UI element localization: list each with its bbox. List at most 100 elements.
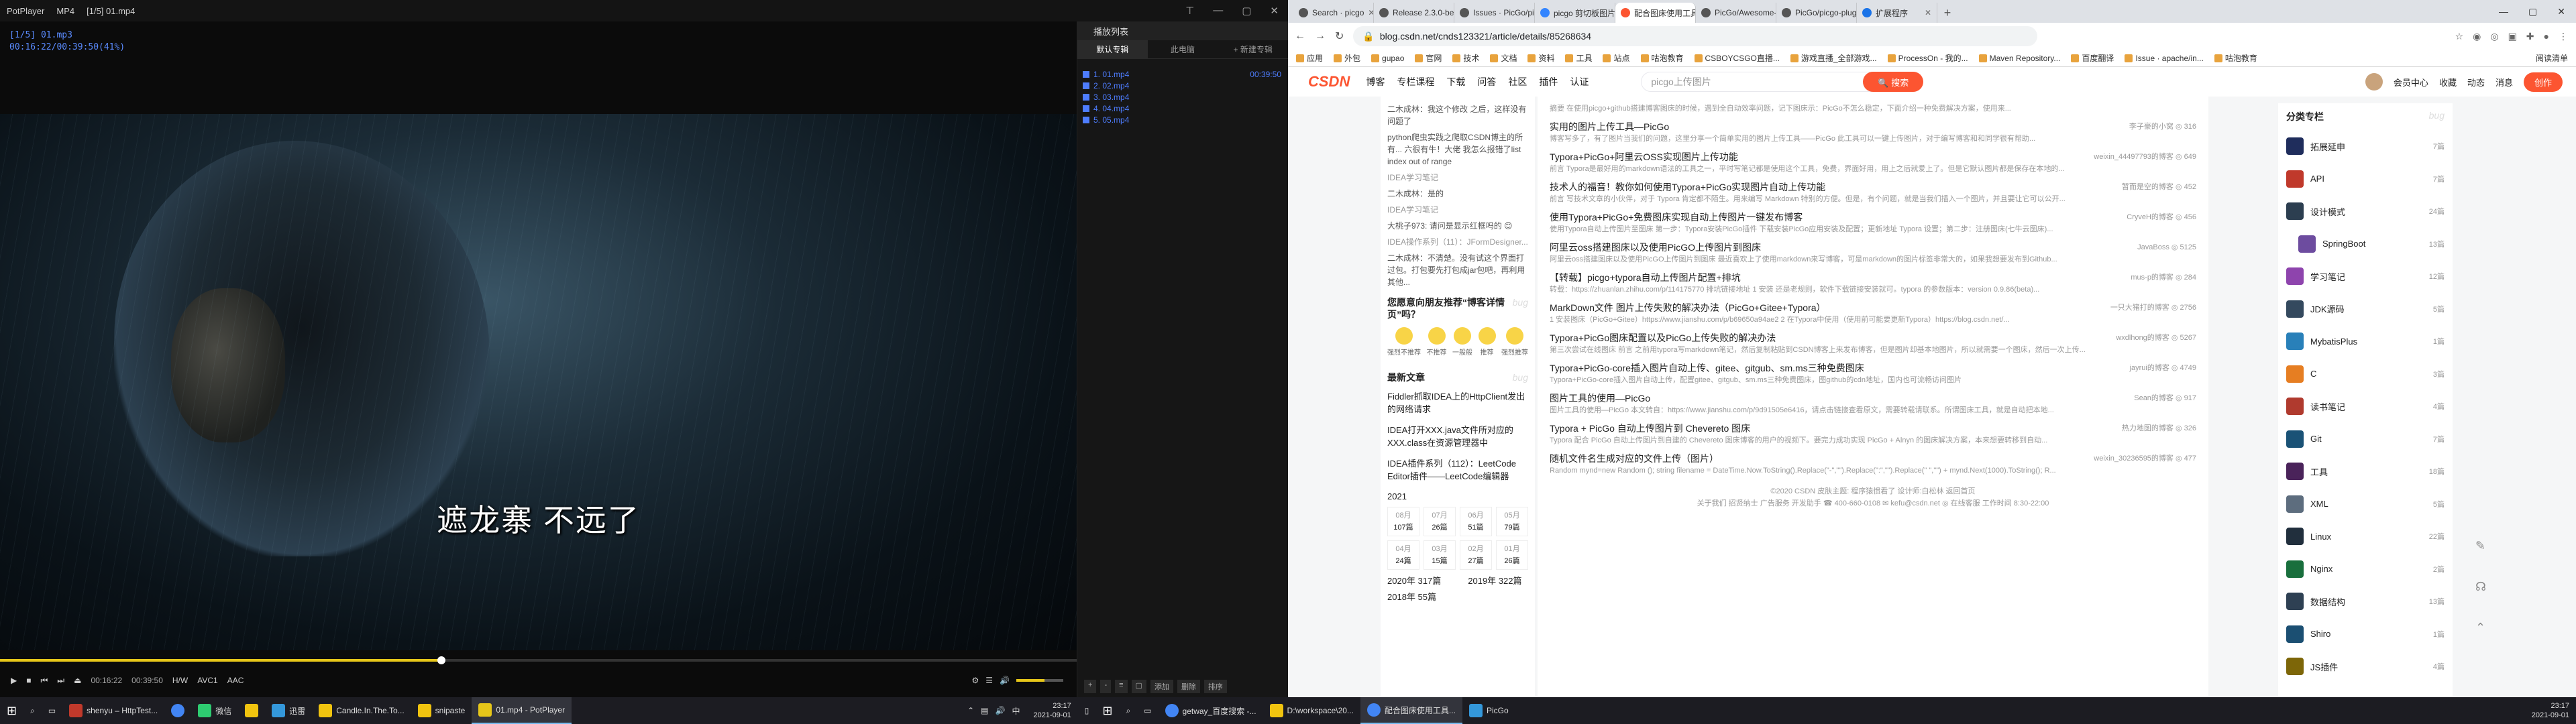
scroll-top-icon[interactable]: ⌃ — [2475, 621, 2491, 635]
article-title[interactable]: 【转载】picgo+typora自动上传图片配置+排坑 — [1550, 271, 1741, 284]
search-button[interactable]: ⌕ — [1119, 697, 1137, 724]
related-article[interactable]: 技术人的福音！教你如何使用Typora+PicGo实现图片自动上传功能 暂而是空的… — [1550, 180, 2196, 204]
bookmark-item[interactable]: 咕泡教育 — [1640, 52, 1684, 64]
taskbar-app[interactable]: shenyu – HttpTest... — [62, 697, 164, 724]
clock-right[interactable]: 23:17 2021-09-01 — [2525, 701, 2576, 720]
extension-icon[interactable]: ◉ — [2473, 31, 2481, 42]
bookmark-item[interactable]: 外包 — [1334, 52, 1360, 64]
vip-center-link[interactable]: 会员中心 — [2394, 76, 2428, 88]
bookmark-item[interactable]: 官网 — [1415, 52, 1442, 64]
maximize-icon[interactable]: ▢ — [2528, 6, 2537, 17]
related-article[interactable]: 图片工具的使用—PicGo Sean的博客 ◎ 917 图片工具的使用—PicGo … — [1550, 391, 2196, 416]
archive-month[interactable]: 07月 26篇 — [1424, 507, 1456, 536]
browser-tab-active[interactable]: 配合图床使用工具: PicGo...✕ — [1615, 3, 1696, 23]
create-button[interactable]: 创作 — [2523, 72, 2563, 92]
avatar[interactable] — [2365, 73, 2383, 90]
comment-item[interactable]: 二木成林：不清楚。没有试这个界面打过包。打包要先打包成jar包吧，再利用其他..… — [1387, 252, 1528, 288]
article-title[interactable]: Typora + PicGo 自动上传图片到 Chevereto 图床 — [1550, 422, 1750, 435]
taskbar-app-active[interactable]: 01.mp4 - PotPlayer — [472, 697, 572, 724]
footer-line[interactable]: ©2020 CSDN 皮肤主题: 程序猿惯看了 设计师:白松林 返回首页 — [1550, 485, 2196, 497]
eject-icon[interactable]: ⏏ — [74, 676, 81, 685]
bookmark-item[interactable]: 百度翻译 — [2071, 52, 2114, 64]
play-icon[interactable]: ▶ — [11, 676, 17, 685]
taskbar-app[interactable]: 微信 — [191, 697, 238, 724]
browser-tab[interactable]: picgo 剪切板图片上传_百度...✕ — [1535, 3, 1615, 23]
tab-close-icon[interactable]: ✕ — [1925, 8, 1931, 17]
maximize-icon[interactable]: ▢ — [1242, 5, 1251, 17]
bookmark-item[interactable]: 资料 — [1527, 52, 1554, 64]
comment-source[interactable]: IDEA操作系列（11）：JFormDesigner... — [1387, 236, 1528, 248]
puzzle-icon[interactable]: ✚ — [2526, 31, 2534, 42]
article-title[interactable]: 图片工具的使用—PicGo — [1550, 391, 1650, 405]
feedback-option[interactable]: 强烈不推荐 — [1387, 327, 1421, 359]
related-article[interactable]: 阿里云oss搭建图床以及使用PicGO上传图片到图床 JavaBoss ◎ 512… — [1550, 241, 2196, 265]
playlist-item[interactable]: 5. 05.mp4 — [1077, 114, 1288, 125]
messages-link[interactable]: 消息 — [2496, 76, 2513, 88]
article-title[interactable]: MarkDown文件 图片上传失败的解决办法（PicGo+Gitee+Typor… — [1550, 301, 1826, 314]
bookmark-item[interactable]: 咕泡教育 — [2214, 52, 2257, 64]
archive-year-link[interactable]: 2019年 322篇 — [1468, 575, 1521, 587]
playlist-add-text-button[interactable]: 添加 — [1150, 680, 1173, 693]
potplayer-titlebar[interactable]: PotPlayer MP4 [1/5] 01.mp4 ⊤ — ▢ ✕ — [0, 0, 1288, 21]
archive-month[interactable]: 04月 24篇 — [1387, 540, 1419, 570]
recent-article-link[interactable]: Fiddler抓取IDEA上的HttpClient发出的网络请求 — [1387, 390, 1528, 416]
back-icon[interactable]: ← — [1295, 30, 1305, 42]
category-item[interactable]: C 3篇 — [2286, 358, 2445, 391]
browser-tab[interactable]: Search · picgo ✕ — [1293, 3, 1374, 23]
browser-tab[interactable]: PicGo/Awesome-PicGo...✕ — [1696, 3, 1776, 23]
category-item[interactable]: API 7篇 — [2286, 163, 2445, 196]
csdn-search-box[interactable]: picgo上传图片 🔍 搜索 — [1641, 72, 1924, 92]
archive-month[interactable]: 05月 79篇 — [1496, 507, 1528, 536]
nav-item[interactable]: 博客 — [1366, 75, 1385, 88]
potplayer-app-name[interactable]: PotPlayer — [7, 6, 44, 16]
bookmark-item[interactable]: 文档 — [1490, 52, 1517, 64]
bookmark-item[interactable]: gupao — [1371, 54, 1404, 63]
archive-year-link[interactable]: 2018年 55篇 — [1387, 591, 1436, 603]
category-item[interactable]: JS插件 4篇 — [2286, 650, 2445, 683]
task-view-button[interactable]: ▭ — [42, 697, 62, 724]
reading-list[interactable]: 阅读清单 — [2536, 52, 2576, 64]
seek-bar[interactable] — [0, 656, 1077, 664]
comment-item[interactable]: 二木成林：是的 — [1387, 188, 1528, 200]
playlist-box-button[interactable]: ▢ — [1131, 680, 1146, 693]
feedback-option[interactable]: 推荐 — [1478, 327, 1496, 359]
archive-month[interactable]: 01月 26篇 — [1496, 540, 1528, 570]
search-input[interactable]: picgo上传图片 — [1651, 75, 1711, 88]
volume-slider[interactable] — [1016, 679, 1063, 682]
taskbar-app-active[interactable]: 配合图床使用工具... — [1360, 697, 1462, 724]
close-icon[interactable]: ✕ — [1270, 5, 1279, 17]
category-item[interactable]: Git 7篇 — [2286, 423, 2445, 456]
nav-item[interactable]: 问答 — [1477, 75, 1496, 88]
taskbar-app[interactable]: snipaste — [411, 697, 472, 724]
playlist-menu-button[interactable]: ≡ — [1115, 680, 1128, 693]
taskbar-app[interactable]: 迅雷 — [265, 697, 312, 724]
activity-link[interactable]: 动态 — [2467, 76, 2485, 88]
edit-icon[interactable]: ✎ — [2475, 539, 2491, 553]
playlist-item[interactable]: 3. 03.mp4 — [1077, 91, 1288, 103]
nav-item[interactable]: 插件 — [1539, 75, 1558, 88]
category-item[interactable]: 数据结构 13篇 — [2286, 585, 2445, 618]
audio-codec-label[interactable]: AAC — [227, 676, 244, 685]
category-item[interactable]: 学习笔记 12篇 — [2286, 260, 2445, 293]
article-title[interactable]: 阿里云oss搭建图床以及使用PicGO上传图片到图床 — [1550, 241, 1761, 254]
start-button[interactable]: ⊞ — [0, 697, 23, 724]
feedback-option[interactable]: 不推荐 — [1427, 327, 1447, 359]
headset-icon[interactable]: ☊ — [2475, 580, 2491, 594]
category-item[interactable]: 拓展延申 7篇 — [2286, 130, 2445, 163]
archive-month[interactable]: 06月 51篇 — [1460, 507, 1492, 536]
task-view-button[interactable]: ▭ — [1137, 697, 1158, 724]
speaker-icon[interactable]: 🔊 — [1000, 676, 1010, 685]
category-item[interactable]: XML 5篇 — [2286, 488, 2445, 521]
comment-item[interactable]: 二木成林：我这个修改 之后，这样没有问题了 — [1387, 103, 1528, 127]
related-article[interactable]: Typora+PicGo-core插入图片自动上传、gitee、gitgub、s… — [1550, 361, 2196, 385]
comment-item[interactable]: python爬虫实践之爬取CSDN博主的所有... 六很有牛！大佬 我怎么报错了… — [1387, 131, 1528, 168]
recent-article-link[interactable]: IDEA插件系列（112）：LeetCode Editor插件——LeetCod… — [1387, 457, 1528, 483]
comment-item[interactable]: 大桃子973: 请问是显示红框吗的 😊 — [1387, 220, 1528, 232]
bookmark-item[interactable]: Maven Repository... — [1978, 54, 2060, 63]
category-item[interactable]: Linux 22篇 — [2286, 520, 2445, 553]
browser-tab[interactable]: Issues · PicGo/picgo-plugin...✕ — [1454, 3, 1535, 23]
article-title[interactable]: 技术人的福音！教你如何使用Typora+PicGo实现图片自动上传功能 — [1550, 180, 1825, 194]
nav-item[interactable]: 社区 — [1508, 75, 1527, 88]
playlist-delete-button[interactable]: 删除 — [1177, 680, 1200, 693]
minimize-icon[interactable]: — — [2499, 6, 2508, 17]
